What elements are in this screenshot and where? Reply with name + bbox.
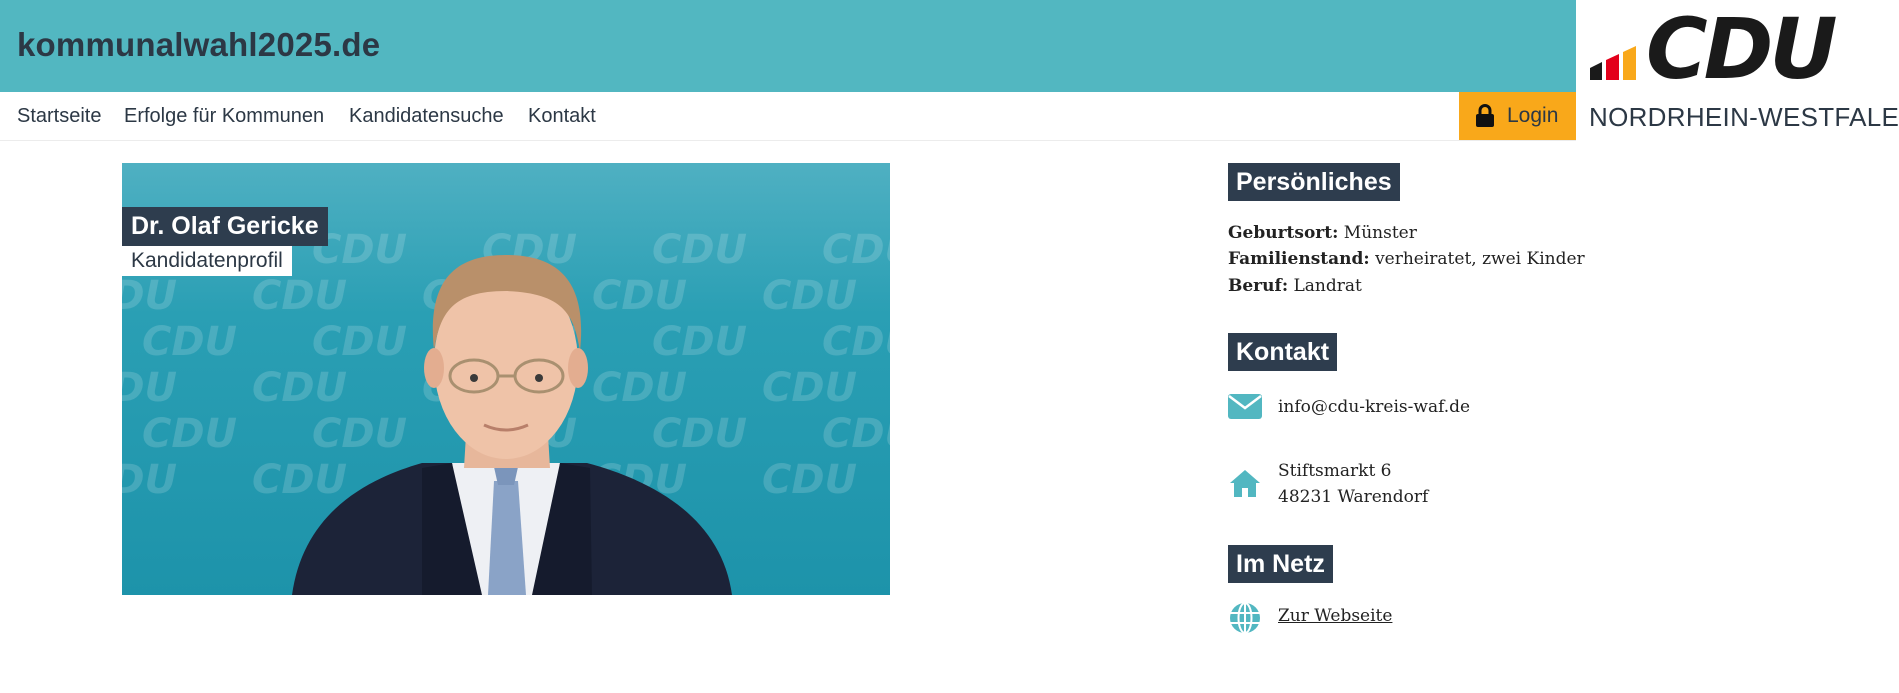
header-bar: kommunalwahl2025.de: [0, 0, 1576, 92]
globe-icon: [1230, 602, 1260, 634]
birthplace-label: Geburtsort:: [1228, 223, 1339, 243]
candidate-name-label: Dr. Olaf Gericke: [122, 207, 328, 246]
nav-item-erfolge[interactable]: Erfolge für Kommunen: [124, 105, 324, 128]
section-heading-contact-text: Kontakt: [1236, 337, 1330, 366]
envelope-icon: [1228, 394, 1262, 419]
nav-item-kontakt[interactable]: Kontakt: [528, 105, 596, 128]
main-nav: Startseite Erfolge für Kommunen Kandidat…: [0, 92, 1576, 141]
family-value: verheiratet, zwei Kinder: [1375, 249, 1585, 269]
birthplace-value: Münster: [1343, 223, 1417, 243]
section-heading-personal: Persönliches: [1228, 163, 1400, 201]
candidate-name: Dr. Olaf Gericke: [131, 212, 319, 240]
birthplace-row: Geburtsort: Münster: [1228, 223, 1417, 243]
job-row: Beruf: Landrat: [1228, 276, 1362, 296]
contact-email[interactable]: info@cdu-kreis-waf.de: [1278, 394, 1470, 420]
job-label: Beruf:: [1228, 276, 1289, 296]
login-button[interactable]: Login: [1459, 92, 1576, 140]
home-icon: [1230, 470, 1260, 497]
family-row: Familienstand: verheiratet, zwei Kinder: [1228, 249, 1585, 269]
nav-item-startseite[interactable]: Startseite: [17, 105, 101, 128]
candidate-subtitle: Kandidatenprofil: [131, 249, 283, 272]
cdu-logo-mark: CDU: [1590, 10, 1840, 82]
candidate-subtitle-label: Kandidatenprofil: [122, 246, 292, 276]
website-link[interactable]: Zur Webseite: [1278, 603, 1392, 629]
job-value: Landrat: [1293, 276, 1362, 296]
section-heading-personal-text: Persönliches: [1236, 167, 1392, 196]
svg-text:CDU: CDU: [1646, 10, 1836, 82]
section-heading-web: Im Netz: [1228, 545, 1333, 583]
family-label: Familienstand:: [1228, 249, 1370, 269]
section-heading-contact: Kontakt: [1228, 333, 1338, 371]
login-label: Login: [1507, 104, 1559, 127]
section-heading-web-text: Im Netz: [1236, 549, 1325, 578]
cdu-logo[interactable]: CDU NORDRHEIN-WESTFALEN: [1576, 0, 1899, 141]
logo-region: NORDRHEIN-WESTFALEN: [1589, 102, 1899, 132]
lock-icon: [1476, 104, 1494, 127]
nav-item-kandidatensuche[interactable]: Kandidatensuche: [349, 105, 504, 128]
contact-street: Stiftsmarkt 6: [1278, 461, 1392, 481]
site-title[interactable]: kommunalwahl2025.de: [17, 26, 380, 64]
contact-city: 48231 Warendorf: [1278, 487, 1429, 507]
